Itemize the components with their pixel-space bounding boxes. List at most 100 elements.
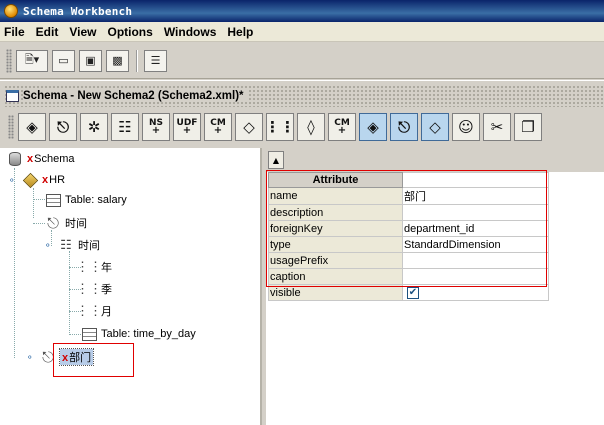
measure-icon: ◇	[243, 118, 255, 136]
new-button[interactable]: 🗎▾	[16, 49, 48, 72]
tree-node-schema[interactable]: x Schema	[6, 150, 74, 168]
tree-label-cube: HR	[49, 174, 66, 186]
menu-bar: File Edit View Options Windows Help	[0, 22, 604, 42]
cut-icon: ✂	[490, 118, 504, 136]
open-icon: ▭	[58, 54, 69, 67]
schema-tree[interactable]: x Schema ⚬ x HR Table: salary ⎋ 时间 ⚬ ☷ 时…	[0, 148, 262, 425]
virtual-measure-icon: ◇	[429, 118, 441, 136]
tree-node-level-year[interactable]: ⋮⋮ 年	[76, 258, 112, 276]
tree-label-table-time: Table: time_by_day	[101, 328, 196, 340]
frame-title: Schema - New Schema2 (Schema2.xml)*	[23, 90, 248, 102]
calculated-member-property-icon: CM +	[334, 118, 350, 136]
database-icon	[6, 151, 24, 167]
named-set-button[interactable]: NS +	[142, 113, 170, 141]
virtual-dimension-icon: ⎋	[398, 118, 410, 136]
tree-label-schema: Schema	[34, 153, 75, 165]
dimension-icon: ⎋	[47, 214, 59, 232]
title-bar: Schema Workbench	[0, 0, 604, 22]
copy-icon: ❐	[521, 118, 535, 136]
menu-windows[interactable]: Windows	[164, 25, 217, 39]
tree-node-hierarchy-time[interactable]: ⚬ ☷ 时间	[44, 236, 100, 254]
preferences-icon: ☰	[150, 54, 161, 67]
tree-label-table-salary: Table: salary	[65, 194, 127, 206]
toolbar-separator	[136, 49, 138, 72]
level-icon: ⋮⋮	[76, 303, 102, 318]
dimension-usage-icon: ✲	[87, 118, 101, 136]
named-set-icon: NS +	[148, 118, 163, 136]
tree-label-level-quarter: 季	[101, 284, 112, 296]
schema-toolbar: ◈ ⎋ ✲ ☷ NS + UDF + CM + ◇ ⋮⋮ ◊ CM + ◈ ⎋ ◇ ☺ ✂ ❐	[8, 109, 604, 145]
save-icon: ▣	[85, 54, 96, 67]
highlight-box	[266, 170, 547, 287]
tree-label-hierarchy-time: 时间	[78, 240, 100, 252]
hierarchy-icon: ☷	[118, 118, 132, 136]
udf-button[interactable]: UDF +	[173, 113, 201, 141]
tree-label-dimension-time: 时间	[65, 218, 87, 230]
error-icon: x	[42, 174, 49, 186]
collapse-toggle-icon[interactable]: ⚬	[26, 352, 36, 363]
expand-toggle-icon[interactable]: ⚬	[8, 175, 18, 186]
attribute-pane: ▲ Attribute name 部门 description foreignK…	[266, 148, 604, 425]
calculated-member-button[interactable]: CM +	[204, 113, 232, 141]
level-icon: ⋮⋮	[76, 281, 102, 296]
tree-node-dimension-time[interactable]: ⎋ 时间	[44, 214, 87, 232]
level-button[interactable]: ⋮⋮	[265, 113, 295, 141]
menu-options[interactable]: Options	[107, 25, 152, 39]
cut-button[interactable]: ✂	[483, 113, 511, 141]
tree-node-table-salary[interactable]: Table: salary	[44, 191, 127, 209]
app-icon	[4, 4, 18, 18]
tree-node-level-month[interactable]: ⋮⋮ 月	[76, 302, 112, 320]
tree-node-table-time[interactable]: Table: time_by_day	[80, 325, 196, 343]
toolbar-grip[interactable]	[6, 48, 12, 73]
main-toolbar: 🗎▾ ▭ ▣ ▩ ☰	[0, 43, 604, 79]
schema-frame: Schema - New Schema2 (Schema2.xml)* ◈ ⎋ ✲ ☷…	[0, 80, 604, 425]
property-icon: ◊	[307, 118, 315, 136]
calculated-member-icon: CM +	[210, 118, 226, 136]
up-button[interactable]: ▲	[268, 151, 284, 169]
tree-node-level-quarter[interactable]: ⋮⋮ 季	[76, 280, 112, 298]
menu-view[interactable]: View	[69, 25, 96, 39]
role-button[interactable]: ☺	[452, 113, 480, 141]
menu-file[interactable]: File	[4, 25, 25, 39]
virtual-measure-button[interactable]: ◇	[421, 113, 449, 141]
schema-toolbar-grip[interactable]	[8, 115, 14, 139]
menu-edit[interactable]: Edit	[36, 25, 59, 39]
measure-button[interactable]: ◇	[235, 113, 263, 141]
open-button[interactable]: ▭	[52, 49, 75, 72]
window-title: Schema Workbench	[23, 4, 133, 18]
expand-toggle-icon[interactable]: ⚬	[44, 240, 54, 251]
calculated-member-property-button[interactable]: CM +	[328, 113, 356, 141]
save-all-button[interactable]: ▩	[106, 49, 129, 72]
role-icon: ☺	[458, 118, 474, 136]
frame-icon	[6, 90, 19, 102]
table-icon	[44, 192, 62, 208]
virtual-cube-icon: ◈	[367, 118, 379, 136]
save-button[interactable]: ▣	[79, 49, 102, 72]
tree-label-level-month: 月	[101, 306, 112, 318]
visible-checkbox[interactable]: ✔	[407, 287, 419, 299]
new-icon: 🗎▾	[24, 53, 40, 66]
attribute-toolbar: ▲	[266, 148, 604, 172]
dimension-usage-button[interactable]: ✲	[80, 113, 108, 141]
tree-node-cube-hr[interactable]: ⚬ x HR	[8, 171, 65, 189]
property-button[interactable]: ◊	[297, 113, 325, 141]
dimension-button[interactable]: ⎋	[49, 113, 77, 141]
udf-icon: UDF +	[176, 118, 198, 136]
dimension-icon: ⎋	[57, 118, 69, 136]
virtual-dimension-button[interactable]: ⎋	[390, 113, 418, 141]
table-icon	[80, 326, 98, 342]
preferences-button[interactable]: ☰	[144, 49, 167, 72]
highlight-box	[53, 343, 134, 377]
up-arrow-icon: ▲	[272, 155, 280, 165]
copy-button[interactable]: ❐	[514, 113, 542, 141]
hierarchy-button[interactable]: ☷	[111, 113, 139, 141]
frame-title-bar[interactable]: Schema - New Schema2 (Schema2.xml)*	[4, 85, 604, 107]
cube-button[interactable]: ◈	[18, 113, 46, 141]
hierarchy-icon: ☷	[60, 237, 72, 252]
tree-label-level-year: 年	[101, 262, 112, 274]
virtual-cube-button[interactable]: ◈	[359, 113, 387, 141]
level-icon: ⋮⋮	[76, 259, 102, 274]
menu-help[interactable]: Help	[227, 25, 253, 39]
level-icon: ⋮⋮	[265, 118, 295, 136]
save-all-icon: ▩	[112, 54, 123, 67]
